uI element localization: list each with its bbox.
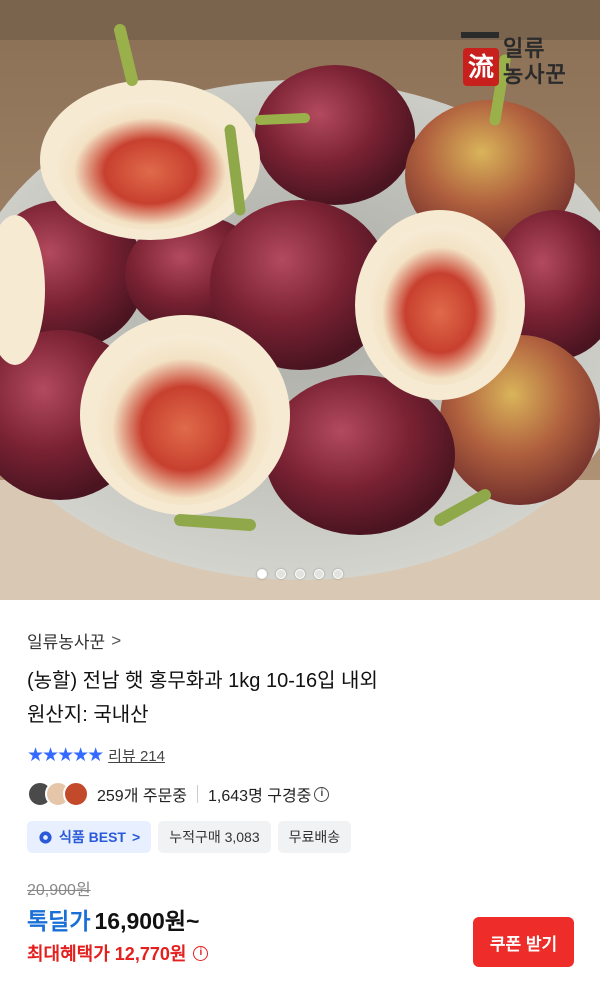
avatar xyxy=(63,781,89,807)
chevron-right-icon: > xyxy=(111,630,122,650)
deal-price-label: 톡딜가 xyxy=(27,908,91,934)
viewers-count: 1,643명 구경중 xyxy=(208,788,312,805)
review-count-link[interactable]: 리뷰 214 xyxy=(108,745,165,766)
badge-row: 식품 BEST > 누적구매 3,083 무료배송 xyxy=(27,821,352,853)
product-title-line: (농할) 전남 햇 홍무화과 1kg 10-16입 내외 xyxy=(27,670,378,692)
carousel-dot[interactable] xyxy=(257,569,267,579)
star-rating-icon: ★★★★★ xyxy=(27,745,104,766)
carousel-indicator xyxy=(0,569,600,579)
get-coupon-button[interactable]: 쿠폰 받기 xyxy=(473,917,574,967)
info-icon[interactable]: i xyxy=(314,786,330,802)
product-title: (농할) 전남 햇 홍무화과 1kg 10-16입 내외 원산지: 국내산 xyxy=(27,664,378,732)
product-origin: 원산지: 국내산 xyxy=(27,704,149,726)
product-image[interactable]: 流 일류 농사꾼 xyxy=(0,0,600,600)
buyer-activity: 259개 주문중 1,643명 구경중 i xyxy=(27,780,330,808)
carousel-dot[interactable] xyxy=(276,569,286,579)
carousel-dot[interactable] xyxy=(314,569,324,579)
carousel-dot[interactable] xyxy=(333,569,343,579)
divider xyxy=(197,785,199,803)
chevron-right-icon: > xyxy=(132,829,141,845)
buyer-avatars xyxy=(27,781,89,807)
food-best-label: 식품 BEST xyxy=(59,829,126,845)
brand-seal-icon: 流 xyxy=(461,32,499,86)
ordering-count: 259개 주문중 xyxy=(97,788,188,805)
svg-text:流: 流 xyxy=(468,53,494,83)
deal-price: 톡딜가 16,900원~ xyxy=(27,902,199,936)
cumulative-purchase-badge: 누적구매 3,083 xyxy=(158,821,271,853)
max-benefit-price: 최대혜택가 12,770원 i xyxy=(27,940,209,966)
seller-name: 일류농사꾼 xyxy=(27,633,106,652)
free-shipping-badge: 무료배송 xyxy=(277,821,352,853)
brand-logo: 流 일류 농사꾼 xyxy=(457,30,572,102)
rating-row[interactable]: ★★★★★ 리뷰 214 xyxy=(27,744,165,767)
food-best-badge[interactable]: 식품 BEST > xyxy=(27,821,152,853)
max-benefit-text: 최대혜택가 12,770원 xyxy=(27,944,187,964)
info-icon[interactable]: i xyxy=(193,945,209,961)
original-price: 20,900원 xyxy=(27,882,91,899)
brand-text: 일류 농사꾼 xyxy=(503,36,567,88)
seller-link[interactable]: 일류농사꾼 > xyxy=(27,628,121,653)
gear-icon xyxy=(39,830,52,844)
carousel-dot[interactable] xyxy=(295,569,305,579)
deal-price-value: 16,900원~ xyxy=(94,908,200,934)
